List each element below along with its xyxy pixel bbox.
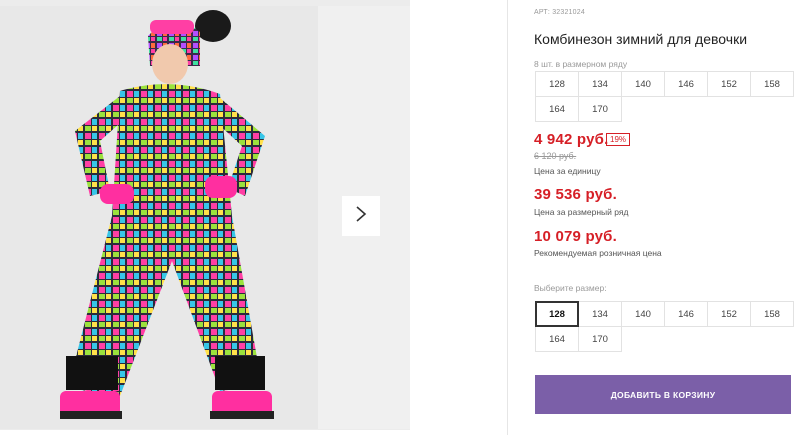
size-select-label: Выберите размер: [534,283,607,293]
pack-size-cell: 146 [664,71,708,97]
pack-label: 8 шт. в размерном ряду [534,59,628,69]
product-photo[interactable] [0,6,318,429]
pack-size-cell: 152 [707,71,751,97]
old-price: 6 120 руб. [534,151,577,161]
retail-price: 10 079 руб. [534,228,617,245]
pack-size-cell: 164 [535,96,579,122]
pack-size-cell: 134 [578,71,622,97]
size-option[interactable]: 164 [535,326,579,352]
pack-size-grid: 128 134 140 146 152 158 164 170 [535,71,794,122]
chevron-right-icon [355,205,367,228]
discount-badge: 19% [606,133,631,146]
pack-size-cell: 140 [621,71,665,97]
product-gallery [0,0,410,430]
size-option[interactable]: 158 [750,301,794,327]
size-select-grid: 128 134 140 146 152 158 164 170 [535,301,794,352]
pack-size-cell: 128 [535,71,579,97]
size-option[interactable]: 140 [621,301,665,327]
gallery-next-button[interactable] [342,196,380,236]
product-title: Комбинезон зимний для девочки [534,31,748,47]
article-number: АРТ: 32321024 [534,9,585,16]
size-option[interactable]: 134 [578,301,622,327]
size-option-selected[interactable]: 128 [535,301,579,327]
size-option[interactable]: 146 [664,301,708,327]
pack-price-label: Цена за размерный ряд [534,207,629,217]
section-divider [507,0,508,435]
unit-price-label: Цена за единицу [534,166,601,176]
product-image [0,6,318,429]
size-option[interactable]: 170 [578,326,622,352]
pack-price: 39 536 руб. [534,186,617,203]
pack-size-cell: 170 [578,96,622,122]
add-to-cart-button[interactable]: ДОБАВИТЬ В КОРЗИНУ [535,375,791,414]
retail-price-label: Рекомендуемая розничная цена [534,248,662,258]
pack-size-cell: 158 [750,71,794,97]
unit-price: 4 942 руб. [534,131,609,148]
size-option[interactable]: 152 [707,301,751,327]
